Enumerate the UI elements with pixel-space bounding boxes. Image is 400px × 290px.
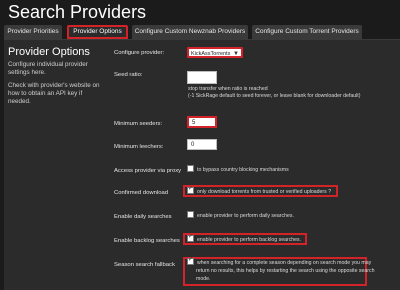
season-fallback-text-2: return no results, this helps by restart… bbox=[196, 268, 375, 274]
backlog-searches-checkbox[interactable] bbox=[187, 233, 194, 243]
daily-searches-row: enable provider to perform daily searche… bbox=[187, 211, 294, 220]
section-api-hint: Check with provider's website on how to … bbox=[8, 82, 100, 105]
minimum-seeders-input[interactable]: 5 bbox=[187, 116, 217, 128]
season-fallback-checkbox[interactable] bbox=[187, 256, 194, 266]
minimum-seeders-label: Minimum seeders: bbox=[114, 121, 163, 127]
seed-ratio-input[interactable] bbox=[187, 71, 217, 84]
proxy-row: to bypass country blocking mechanisms bbox=[187, 165, 289, 174]
proxy-checkbox[interactable] bbox=[187, 165, 194, 173]
proxy-checkbox-label: to bypass country blocking mechanisms bbox=[197, 167, 289, 173]
tab-custom-newznab[interactable]: Configure Custom Newznab Providers bbox=[132, 25, 248, 39]
tab-provider-priorities[interactable]: Provider Priorities bbox=[4, 25, 62, 39]
daily-searches-checkbox[interactable] bbox=[187, 211, 194, 219]
seed-ratio-note-1: stop transfer when ratio is reached bbox=[188, 86, 268, 92]
minimum-leechers-label: Minimum leechers: bbox=[114, 144, 164, 150]
section-description: Configure individual provider settings h… bbox=[8, 61, 88, 76]
section-title: Provider Options bbox=[8, 46, 90, 58]
season-fallback-row: when searching for a complete season dep… bbox=[187, 256, 372, 267]
confirmed-download-checkbox-label: only download torrents from trusted or v… bbox=[197, 189, 332, 195]
backlog-searches-checkbox-label: enable provider to perform backlog searc… bbox=[197, 237, 302, 243]
season-fallback-text-1: when searching for a complete season dep… bbox=[197, 260, 372, 266]
seed-ratio-note-2: (-1 SickRage default to seed forever, or… bbox=[188, 93, 361, 99]
season-fallback-text-3: mode. bbox=[196, 276, 211, 282]
confirmed-download-row: only download torrents from trusted or v… bbox=[187, 185, 332, 196]
configure-provider-label: Configure provider: bbox=[114, 50, 165, 56]
daily-searches-label: Enable daily searches bbox=[114, 214, 172, 220]
select-highlight bbox=[185, 45, 245, 60]
daily-searches-checkbox-label: enable provider to perform daily searche… bbox=[197, 213, 294, 219]
confirmed-download-checkbox[interactable] bbox=[187, 185, 194, 195]
proxy-label: Access provider via proxy bbox=[114, 168, 182, 174]
tab-custom-torrent[interactable]: Configure Custom Torrent Providers bbox=[252, 25, 362, 39]
backlog-searches-label: Enable backlog searches bbox=[114, 238, 180, 244]
seed-ratio-label: Seed ratio: bbox=[114, 72, 143, 78]
minimum-leechers-input[interactable]: 0 bbox=[187, 139, 217, 150]
page-title: Search Providers bbox=[8, 2, 147, 22]
confirmed-download-label: Confirmed download bbox=[114, 190, 169, 196]
backlog-searches-row: enable provider to perform backlog searc… bbox=[187, 233, 302, 244]
tab-provider-options[interactable]: Provider Options bbox=[67, 25, 128, 39]
tab-bar: Provider Priorities Provider Options Con… bbox=[4, 25, 400, 39]
season-fallback-label: Season search fallback bbox=[114, 262, 175, 268]
